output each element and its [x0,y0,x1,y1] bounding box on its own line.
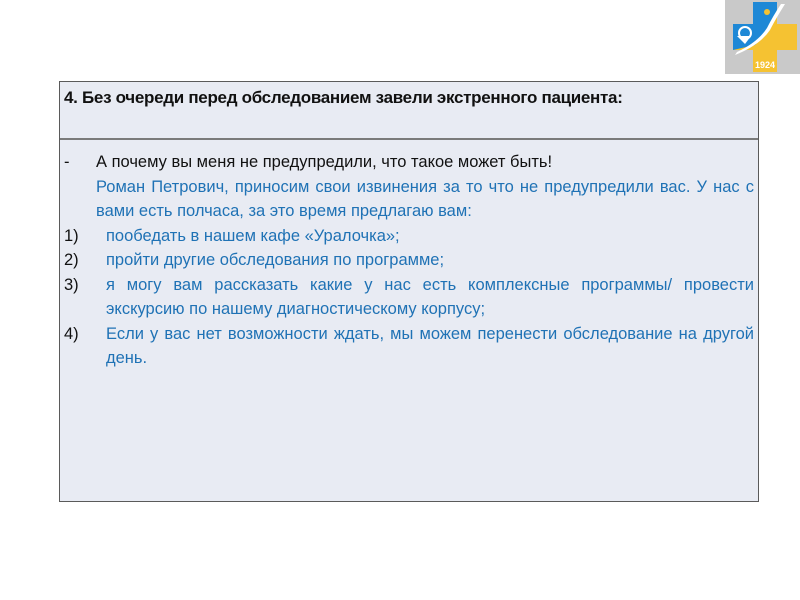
list-item: 3) я могу вам рассказать какие у нас ест… [64,273,754,322]
dialog-table: 4. Без очереди перед обследованием завел… [59,81,759,502]
list-number: 3) [64,275,79,294]
list-item: 2) пройти другие обследования по програм… [64,248,754,273]
list-text: Если у вас нет возможности ждать, мы мож… [106,324,754,368]
list-text: я могу вам рассказать какие у нас есть к… [106,275,754,319]
logo-year: 1924 [755,60,775,70]
table-body: - А почему вы меня не предупредили, что … [60,140,758,371]
list-item: 1) пообедать в нашем кафе «Уралочка»; [64,224,754,249]
logo-emblem-icon: 1924 [725,0,800,74]
hospital-logo: 1924 [725,0,800,74]
list-number: 1) [64,226,79,245]
list-number: 2) [64,251,79,269]
response-intro: Роман Петрович, приносим свои извинения … [96,177,754,221]
list-item: 4) Если у вас нет возможности ждать, мы … [64,322,754,371]
patient-line: - А почему вы меня не предупредили, что … [64,150,754,175]
list-number: 4) [64,324,79,343]
table-header: 4. Без очереди перед обследованием завел… [60,82,758,140]
list-text: пройти другие обследования по программе; [106,251,445,269]
list-text: пообедать в нашем кафе «Уралочка»; [106,226,400,245]
dash-marker: - [64,153,70,171]
patient-remark: А почему вы меня не предупредили, что та… [96,153,553,171]
